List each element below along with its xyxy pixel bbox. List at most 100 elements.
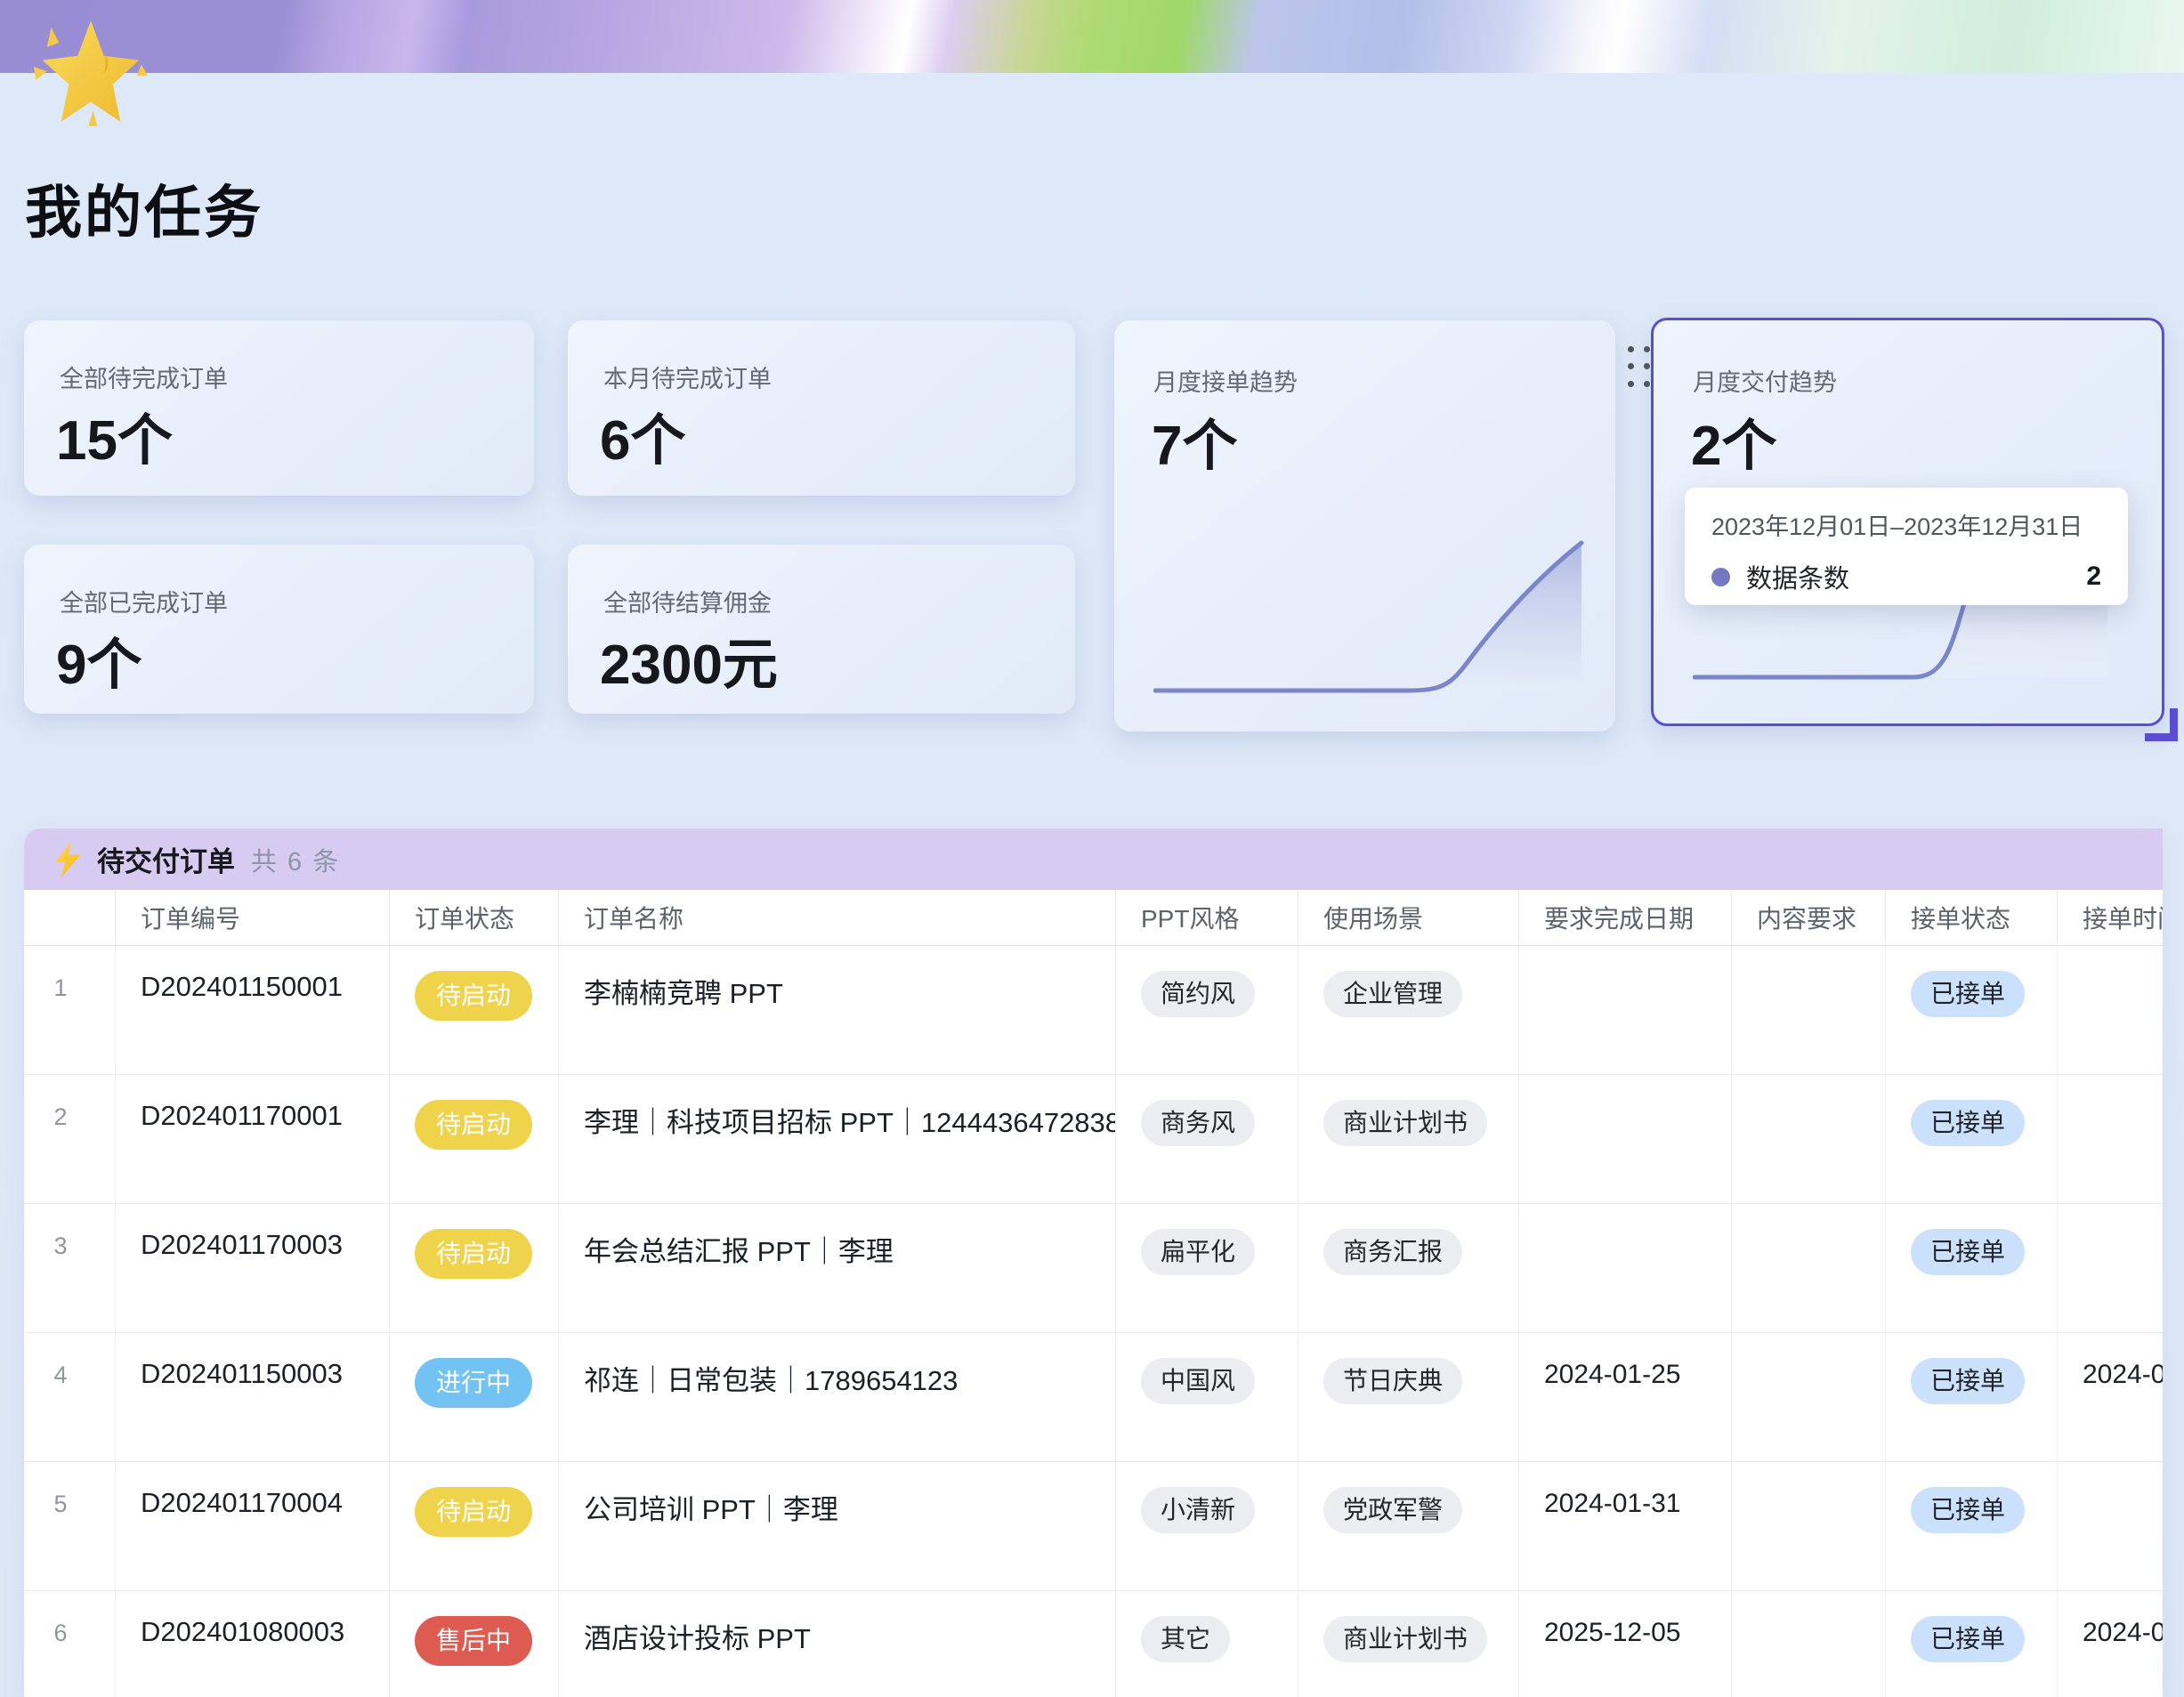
tooltip-date-range: 2023年12月01日–2023年12月31日 [1711, 507, 2101, 542]
content-req-cell[interactable] [1732, 1204, 1886, 1332]
chart-label: 月度交付趋势 [1693, 363, 1837, 398]
due-date-cell[interactable]: 2024-01-25 [1519, 1333, 1732, 1461]
stat-label: 本月待完成订单 [603, 360, 772, 394]
order-id-cell[interactable]: D202401170003 [116, 1204, 390, 1332]
content-req-cell[interactable] [1732, 1333, 1886, 1461]
ppt-style-tag: 其它 [1141, 1616, 1230, 1662]
order-name-cell[interactable]: 祁连｜日常包装｜1789654123 [559, 1333, 1116, 1461]
ppt-style-cell[interactable]: 其它 [1116, 1591, 1298, 1697]
table-title: 待交付订单 [97, 839, 235, 879]
accept-status-cell[interactable]: 已接单 [1886, 1075, 2058, 1203]
accept-time-cell[interactable] [2058, 1204, 2163, 1332]
accept-status-cell[interactable]: 已接单 [1886, 1333, 2058, 1461]
table-row[interactable]: 2 D202401170001 待启动 李理｜科技项目招标 PPT｜124443… [24, 1075, 2163, 1204]
table-row[interactable]: 3 D202401170003 待启动 年会总结汇报 PPT｜李理 扁平化 商务… [24, 1204, 2163, 1333]
accept-status-cell[interactable]: 已接单 [1886, 946, 2058, 1074]
accept-time-cell[interactable]: 2024-01 [2058, 1591, 2163, 1697]
accept-status-cell[interactable]: 已接单 [1886, 1204, 2058, 1332]
order-id-cell[interactable]: D202401150001 [116, 946, 390, 1074]
pending-delivery-orders-widget: 待交付订单 共 6 条 订单编号 订单状态 订单名称 PPT风格 使用场景 要求… [24, 828, 2163, 1697]
table-row[interactable]: 6 D202401080003 售后中 酒店设计投标 PPT 其它 商业计划书 … [24, 1591, 2163, 1697]
due-date-text: 2024-01-25 [1544, 1360, 1680, 1389]
table-row[interactable]: 4 D202401150003 进行中 祁连｜日常包装｜1789654123 中… [24, 1333, 2163, 1462]
content-req-cell[interactable] [1732, 1462, 1886, 1590]
order-id-cell[interactable]: D202401170004 [116, 1462, 390, 1590]
order-status-cell[interactable]: 售后中 [390, 1591, 559, 1697]
accept-status-badge: 已接单 [1911, 1229, 2025, 1275]
ppt-style-cell[interactable]: 小清新 [1116, 1462, 1298, 1590]
orders-trend-line-chart[interactable] [1153, 537, 1584, 698]
order-status-badge: 售后中 [415, 1616, 532, 1666]
order-name-cell[interactable]: 年会总结汇报 PPT｜李理 [559, 1204, 1116, 1332]
stat-card-total-pending[interactable]: 全部待完成订单 15个 [24, 320, 534, 496]
order-status-cell[interactable]: 待启动 [390, 1462, 559, 1590]
accept-time-cell[interactable] [2058, 1075, 2163, 1203]
ppt-style-cell[interactable]: 简约风 [1116, 946, 1298, 1074]
due-date-cell[interactable]: 2024-01-31 [1519, 1462, 1732, 1590]
widget-drag-handle-icon[interactable] [1625, 343, 1652, 390]
due-date-cell[interactable] [1519, 946, 1732, 1074]
dashboard-page: 我的任务 全部待完成订单 15个 本月待完成订单 6个 全部已完成订单 9个 全… [0, 0, 2184, 1697]
accept-time-cell[interactable] [2058, 946, 2163, 1074]
ppt-style-cell[interactable]: 中国风 [1116, 1333, 1298, 1461]
ppt-style-tag: 扁平化 [1141, 1229, 1255, 1275]
due-date-cell[interactable] [1519, 1075, 1732, 1203]
legend-dot-icon [1711, 568, 1730, 586]
order-id-cell[interactable]: D202401170001 [116, 1075, 390, 1203]
col-header-accept-status: 接单状态 [1886, 890, 2058, 945]
stat-card-total-done[interactable]: 全部已完成订单 9个 [24, 545, 534, 714]
table-record-count: 共 6 条 [251, 841, 340, 878]
scene-tag: 节日庆典 [1323, 1358, 1462, 1404]
due-date-cell[interactable]: 2025-12-05 [1519, 1591, 1732, 1697]
accept-status-cell[interactable]: 已接单 [1886, 1462, 2058, 1590]
ppt-style-cell[interactable]: 扁平化 [1116, 1204, 1298, 1332]
glowing-star-icon [23, 5, 158, 137]
order-status-cell[interactable]: 待启动 [390, 946, 559, 1074]
scene-cell[interactable]: 党政军警 [1298, 1462, 1519, 1590]
col-header-content-req: 内容要求 [1732, 890, 1886, 945]
order-name-cell[interactable]: 公司培训 PPT｜李理 [559, 1462, 1116, 1590]
order-id-cell[interactable]: D202401080003 [116, 1591, 390, 1697]
ppt-style-tag: 中国风 [1141, 1358, 1255, 1404]
order-status-badge: 待启动 [415, 1487, 532, 1537]
ppt-style-cell[interactable]: 商务风 [1116, 1075, 1298, 1203]
row-number: 4 [24, 1333, 116, 1461]
accept-time-text: 2024-01 [2083, 1618, 2163, 1647]
scene-cell[interactable]: 商务汇报 [1298, 1204, 1519, 1332]
col-header-ppt-style: PPT风格 [1116, 890, 1298, 945]
content-req-cell[interactable] [1732, 946, 1886, 1074]
stat-label: 全部已完成订单 [60, 584, 228, 618]
scene-cell[interactable]: 企业管理 [1298, 946, 1519, 1074]
accept-time-cell[interactable]: 2024-01 [2058, 1333, 2163, 1461]
scene-cell[interactable]: 节日庆典 [1298, 1333, 1519, 1461]
table-row[interactable]: 5 D202401170004 待启动 公司培训 PPT｜李理 小清新 党政军警… [24, 1462, 2163, 1591]
table-row[interactable]: 1 D202401150001 待启动 李楠楠竞聘 PPT 简约风 企业管理 已… [24, 946, 2163, 1075]
order-status-cell[interactable]: 待启动 [390, 1204, 559, 1332]
scene-tag: 商务汇报 [1323, 1229, 1462, 1275]
stat-card-commission[interactable]: 全部待结算佣金 2300元 [568, 545, 1075, 714]
order-id-cell[interactable]: D202401150003 [116, 1333, 390, 1461]
widget-resize-handle[interactable] [2145, 708, 2178, 741]
scene-cell[interactable]: 商业计划书 [1298, 1591, 1519, 1697]
table-title-bar: 待交付订单 共 6 条 [24, 828, 2163, 890]
accept-time-cell[interactable] [2058, 1462, 2163, 1590]
order-status-cell[interactable]: 待启动 [390, 1075, 559, 1203]
col-header-order-id: 订单编号 [116, 890, 390, 945]
order-name-cell[interactable]: 李楠楠竞聘 PPT [559, 946, 1116, 1074]
table-body: 1 D202401150001 待启动 李楠楠竞聘 PPT 简约风 企业管理 已… [24, 946, 2163, 1697]
accept-status-cell[interactable]: 已接单 [1886, 1591, 2058, 1697]
scene-cell[interactable]: 商业计划书 [1298, 1075, 1519, 1203]
chart-card-monthly-orders-trend[interactable]: 月度接单趋势 7个 [1114, 320, 1615, 731]
stat-label: 全部待结算佣金 [603, 584, 772, 618]
chart-label: 月度接单趋势 [1153, 363, 1298, 398]
due-date-cell[interactable] [1519, 1204, 1732, 1332]
stat-card-month-pending[interactable]: 本月待完成订单 6个 [568, 320, 1075, 496]
content-req-cell[interactable] [1732, 1591, 1886, 1697]
content-req-cell[interactable] [1732, 1075, 1886, 1203]
row-number: 2 [24, 1075, 116, 1203]
order-name-cell[interactable]: 李理｜科技项目招标 PPT｜1244436472838 [559, 1075, 1116, 1203]
order-status-cell[interactable]: 进行中 [390, 1333, 559, 1461]
col-header-accept-time: 接单时间 [2058, 890, 2163, 945]
ppt-style-tag: 简约风 [1141, 971, 1255, 1017]
order-name-cell[interactable]: 酒店设计投标 PPT [559, 1591, 1116, 1697]
